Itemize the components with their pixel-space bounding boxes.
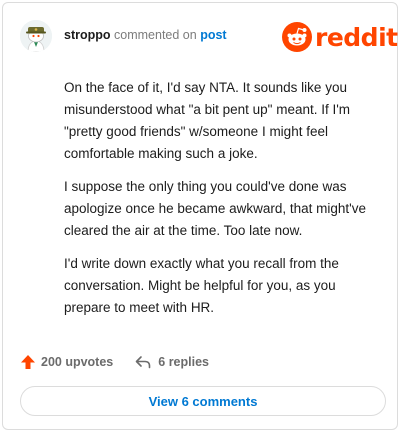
view-comments-button[interactable]: View 6 comments bbox=[20, 386, 386, 416]
reply-arrow-icon bbox=[135, 356, 151, 369]
comment-header: stroppo commented on post bbox=[64, 28, 227, 42]
upvote-button[interactable]: 200 upvotes bbox=[20, 354, 113, 370]
comment-paragraph: On the face of it, I'd say NTA. It sound… bbox=[64, 80, 351, 161]
reddit-wordmark: reddit bbox=[315, 22, 398, 52]
comment-paragraph: I'd write down exactly what you recall f… bbox=[64, 256, 339, 315]
reddit-logo[interactable]: reddit bbox=[282, 22, 398, 52]
reddit-alien-icon bbox=[282, 22, 312, 52]
avatar[interactable] bbox=[20, 20, 52, 52]
upvote-count: 200 upvotes bbox=[41, 355, 114, 369]
reply-count: 6 replies bbox=[158, 355, 209, 369]
comment-body: On the face of it, I'd say NTA. It sound… bbox=[64, 77, 374, 330]
comment-card: stroppo commented on post reddit On the … bbox=[2, 2, 398, 430]
comment-actions: 200 upvotes 6 replies bbox=[20, 351, 209, 373]
comment-paragraph: I suppose the only thing you could've do… bbox=[64, 179, 367, 238]
replies-button[interactable]: 6 replies bbox=[135, 354, 209, 370]
commented-on-text: commented on bbox=[114, 28, 197, 42]
post-link[interactable]: post bbox=[200, 28, 226, 42]
upvote-arrow-icon bbox=[21, 355, 35, 369]
username[interactable]: stroppo bbox=[64, 28, 111, 42]
